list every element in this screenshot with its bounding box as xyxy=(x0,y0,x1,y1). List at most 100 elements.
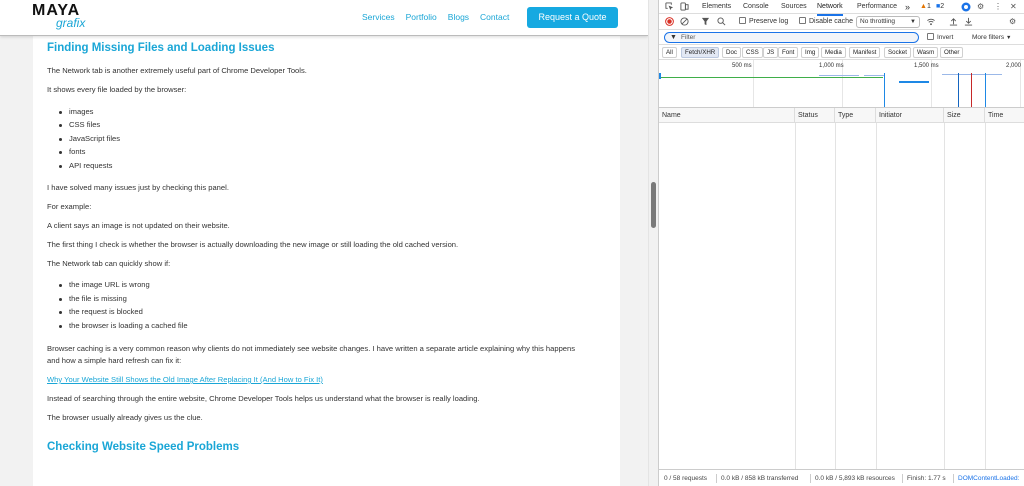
more-filters-dropdown[interactable]: More filters ▼ xyxy=(972,30,1011,46)
transferred-size: 0.0 kB / 858 kB transferred xyxy=(721,475,799,482)
checkbox-box xyxy=(799,16,806,24)
filter-icon[interactable] xyxy=(701,14,710,30)
device-toolbar-icon[interactable] xyxy=(680,0,689,14)
article-link[interactable]: Why Your Website Still Shows the Old Ima… xyxy=(47,375,323,385)
nav-portfolio[interactable]: Portfolio xyxy=(406,12,437,22)
settings-gear-icon[interactable]: ⚙ xyxy=(977,0,984,14)
column-divider xyxy=(795,123,796,469)
type-filter-fetch-xhr[interactable]: Fetch/XHR xyxy=(681,47,720,58)
list-item: fonts xyxy=(58,147,86,156)
list-item: API requests xyxy=(58,161,113,170)
column-status[interactable]: Status xyxy=(795,108,835,123)
website-viewport: MAYA grafix Services Portfolio Blogs Con… xyxy=(0,0,648,486)
kebab-menu-icon[interactable]: ⋮ xyxy=(994,0,1002,14)
page-scrollbar[interactable] xyxy=(648,0,658,486)
timeline-bar xyxy=(899,81,929,83)
paragraph: I have solved many issues just by checki… xyxy=(47,183,229,192)
invert-label: Invert xyxy=(937,34,954,41)
issues-count: 2 xyxy=(940,3,945,10)
disable-cache-checkbox[interactable]: Disable cache xyxy=(799,14,853,30)
inspect-element-icon[interactable] xyxy=(665,0,674,14)
status-divider xyxy=(953,474,954,483)
close-devtools-icon[interactable]: ✕ xyxy=(1010,0,1017,14)
column-divider xyxy=(835,123,836,469)
column-initiator[interactable]: Initiator xyxy=(876,108,944,123)
paragraph: The Network tab can quickly show if: xyxy=(47,259,171,268)
throttling-select[interactable]: No throttling ▼ xyxy=(856,16,920,28)
type-filter-css[interactable]: CSS xyxy=(742,47,763,58)
nav-contact[interactable]: Contact xyxy=(480,12,509,22)
type-filter-other[interactable]: Other xyxy=(940,47,964,58)
request-quote-button[interactable]: Request a Quote xyxy=(527,7,618,28)
paragraph: The Network tab is another extremely use… xyxy=(47,66,307,75)
finish-time: Finish: 1.77 s xyxy=(907,475,946,482)
checkbox-box xyxy=(927,32,934,40)
checkbox-box xyxy=(739,16,746,24)
ai-assistance-icon[interactable] xyxy=(961,0,971,14)
paragraph: The browser usually already gives us the… xyxy=(47,413,203,422)
search-icon[interactable] xyxy=(717,14,726,30)
type-filter-img[interactable]: Img xyxy=(801,47,820,58)
devtools-tabbar: Elements Console Sources Network Perform… xyxy=(659,0,1024,16)
timeline-gridline xyxy=(753,60,754,107)
import-har-icon[interactable] xyxy=(949,14,958,30)
column-time[interactable]: Time xyxy=(985,108,1024,123)
tab-performance[interactable]: Performance xyxy=(857,0,897,14)
timeline-tick-label: 1,500 ms xyxy=(914,63,939,69)
list-item: the request is blocked xyxy=(59,307,143,316)
more-filters-label: More filters xyxy=(972,34,1005,41)
more-tabs-icon[interactable]: » xyxy=(905,0,910,14)
status-divider xyxy=(810,474,811,483)
record-icon[interactable] xyxy=(665,14,674,30)
timeline-bar xyxy=(884,73,885,107)
heading-speed-problems: Checking Website Speed Problems xyxy=(47,441,240,453)
article-content: Finding Missing Files and Loading Issues… xyxy=(33,36,620,486)
page-scrollbar-thumb[interactable] xyxy=(651,182,656,228)
type-filter-wasm[interactable]: Wasm xyxy=(913,47,939,58)
resource-type-filters: All Fetch/XHR Doc CSS JS Font Img Media … xyxy=(659,45,1024,60)
filter-row: ▼ Filter Invert More filters ▼ xyxy=(659,30,1024,45)
warnings-counter[interactable]: ▲1 xyxy=(920,0,931,14)
column-divider xyxy=(944,123,945,469)
status-divider xyxy=(902,474,903,483)
network-toolbar: Preserve log Disable cache No throttling… xyxy=(659,14,1024,30)
paragraph: It shows every file loaded by the browse… xyxy=(47,85,187,94)
network-conditions-icon[interactable] xyxy=(926,14,936,30)
invert-checkbox[interactable]: Invert xyxy=(927,30,953,45)
issues-counter[interactable]: ■2 xyxy=(936,0,944,14)
dom-content-loaded-time: DOMContentLoaded: xyxy=(958,475,1020,482)
tab-sources[interactable]: Sources xyxy=(781,0,807,14)
type-filter-font[interactable]: Font xyxy=(778,47,799,58)
site-logo[interactable]: MAYA grafix xyxy=(32,3,102,33)
type-filter-media[interactable]: Media xyxy=(821,47,846,58)
type-filter-socket[interactable]: Socket xyxy=(884,47,911,58)
list-item: the browser is loading a cached file xyxy=(59,321,188,330)
type-filter-doc[interactable]: Doc xyxy=(722,47,742,58)
network-overview-timeline[interactable]: 500 ms 1,000 ms 1,500 ms 2,000 xyxy=(659,60,1024,108)
list-item: images xyxy=(58,107,94,116)
list-item: the image URL is wrong xyxy=(59,280,150,289)
tab-console[interactable]: Console xyxy=(743,0,769,14)
clear-icon[interactable] xyxy=(680,14,689,30)
preserve-log-label: Preserve log xyxy=(749,18,789,25)
column-type[interactable]: Type xyxy=(835,108,876,123)
load-event-line xyxy=(971,73,972,107)
nav-blogs[interactable]: Blogs xyxy=(448,12,469,22)
network-settings-icon[interactable]: ⚙ xyxy=(1009,14,1016,30)
column-size[interactable]: Size xyxy=(944,108,985,123)
throttling-value: No throttling xyxy=(860,18,896,25)
filter-input[interactable]: ▼ Filter xyxy=(664,32,919,43)
type-filter-all[interactable]: All xyxy=(662,47,677,58)
list-item: CSS files xyxy=(58,120,101,129)
filter-funnel-icon: ▼ xyxy=(670,34,677,41)
paragraph: Browser caching is a very common reason … xyxy=(47,344,576,365)
column-name[interactable]: Name xyxy=(659,108,795,123)
type-filter-manifest[interactable]: Manifest xyxy=(849,47,881,58)
type-filter-js[interactable]: JS xyxy=(763,47,779,58)
nav-services[interactable]: Services xyxy=(362,12,395,22)
tab-elements[interactable]: Elements xyxy=(702,0,731,14)
timeline-tick-label: 1,000 ms xyxy=(819,63,844,69)
export-har-icon[interactable] xyxy=(964,14,973,30)
preserve-log-checkbox[interactable]: Preserve log xyxy=(739,14,788,30)
timeline-tick-label: 500 ms xyxy=(732,63,752,69)
